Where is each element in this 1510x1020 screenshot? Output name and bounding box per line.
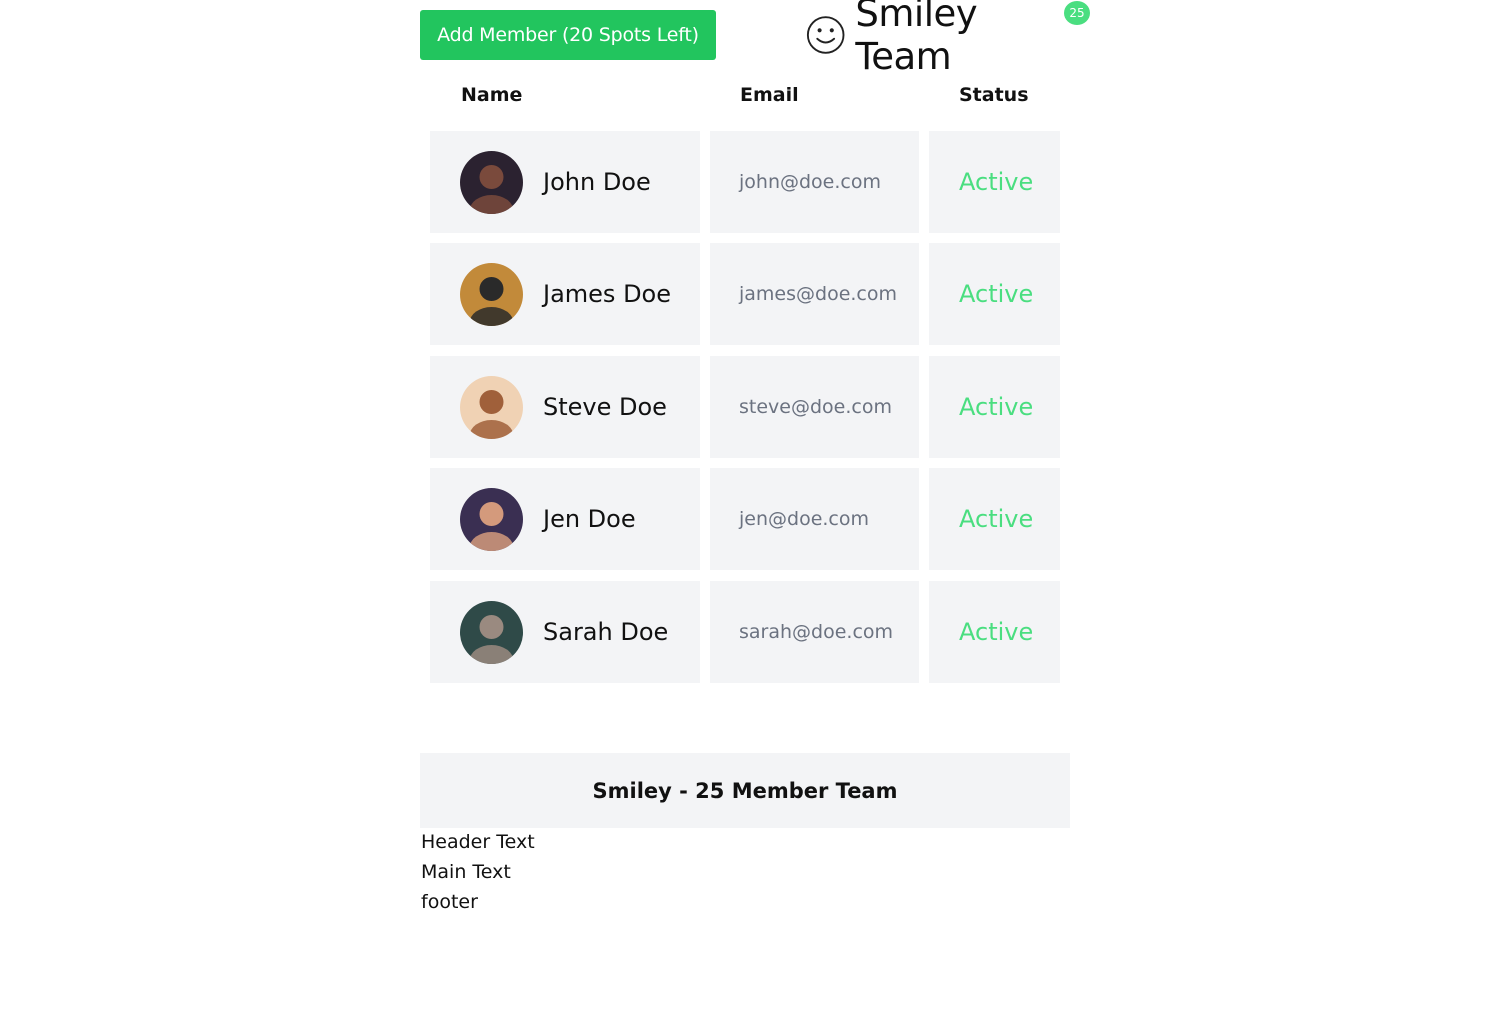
name-cell: Jen Doe (430, 468, 700, 570)
member-name: John Doe (543, 168, 651, 196)
status-cell: Active (929, 243, 1060, 345)
footer-text: footer (421, 891, 478, 913)
avatar (460, 151, 523, 214)
column-header-name: Name (461, 84, 523, 106)
table-row[interactable]: John Doe john@doe.com Active (430, 131, 1060, 233)
avatar (460, 488, 523, 551)
status-badge: Active (959, 618, 1034, 646)
smiley-icon (806, 16, 845, 54)
member-email: steve@doe.com (739, 396, 892, 418)
table-row[interactable]: Jen Doe jen@doe.com Active (430, 468, 1060, 570)
column-header-status: Status (959, 84, 1029, 106)
name-cell: John Doe (430, 131, 700, 233)
status-badge: Active (959, 505, 1034, 533)
email-cell: john@doe.com (710, 131, 919, 233)
brand: Smiley Team (806, 0, 1070, 78)
member-email: sarah@doe.com (739, 621, 894, 643)
team-summary: Smiley - 25 Member Team (420, 753, 1070, 828)
email-cell: james@doe.com (710, 243, 919, 345)
email-cell: steve@doe.com (710, 356, 919, 458)
status-cell: Active (929, 468, 1060, 570)
status-cell: Active (929, 356, 1060, 458)
avatar (460, 376, 523, 439)
member-email: james@doe.com (739, 283, 898, 305)
member-email: john@doe.com (739, 171, 881, 193)
team-title: Smiley Team (855, 0, 978, 78)
member-count-badge: 25 (1064, 1, 1090, 25)
column-header-email: Email (740, 84, 799, 106)
email-cell: jen@doe.com (710, 468, 919, 570)
name-cell: Sarah Doe (430, 581, 700, 683)
team-page: Add Member (20 Spots Left) Smiley Team 2… (420, 0, 1090, 78)
member-name: Steve Doe (543, 393, 667, 421)
member-name: Sarah Doe (543, 618, 669, 646)
table-row[interactable]: James Doe james@doe.com Active (430, 243, 1060, 345)
top-bar: Add Member (20 Spots Left) Smiley Team 2… (420, 0, 1090, 78)
status-cell: Active (929, 131, 1060, 233)
table-row[interactable]: Steve Doe steve@doe.com Active (430, 356, 1060, 458)
name-cell: Steve Doe (430, 356, 700, 458)
email-cell: sarah@doe.com (710, 581, 919, 683)
status-badge: Active (959, 280, 1034, 308)
header-text: Header Text (421, 831, 535, 853)
avatar (460, 601, 523, 664)
member-name: James Doe (543, 280, 671, 308)
status-cell: Active (929, 581, 1060, 683)
main-text: Main Text (421, 861, 511, 883)
name-cell: James Doe (430, 243, 700, 345)
member-email: jen@doe.com (739, 508, 870, 530)
add-member-button[interactable]: Add Member (20 Spots Left) (420, 10, 716, 60)
status-badge: Active (959, 393, 1034, 421)
status-badge: Active (959, 168, 1034, 196)
table-row[interactable]: Sarah Doe sarah@doe.com Active (430, 581, 1060, 683)
avatar (460, 263, 523, 326)
member-name: Jen Doe (543, 505, 636, 533)
